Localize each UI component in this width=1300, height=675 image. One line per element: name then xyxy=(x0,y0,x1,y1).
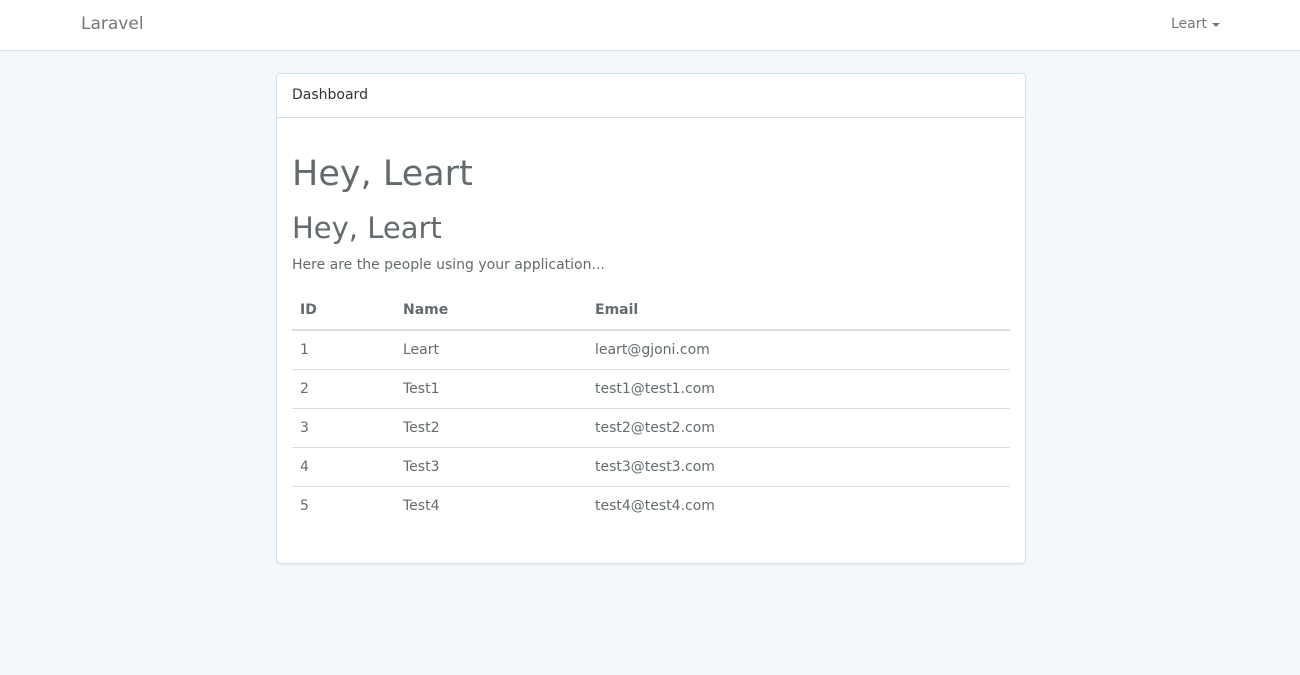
column-header-email: Email xyxy=(587,291,1010,331)
table-row: 3 Test2 test2@test2.com xyxy=(292,407,1010,447)
table-row: 4 Test3 test3@test3.com xyxy=(292,446,1010,486)
greeting-heading: Hey, Leart xyxy=(292,211,442,245)
brand-link[interactable]: Laravel xyxy=(81,14,144,34)
cell-email: test1@test1.com xyxy=(587,368,1010,408)
table-row: 1 Leart leart@gjoni.com xyxy=(292,330,1010,369)
panel-body: Hey, Leart Hey, Leart Here are the peopl… xyxy=(277,154,1025,525)
cell-email: leart@gjoni.com xyxy=(595,341,710,358)
users-intro-text: Here are the people using your applicati… xyxy=(292,257,605,273)
cell-name: Test3 xyxy=(395,446,587,486)
table-header-row: ID Name Email xyxy=(292,291,1010,331)
table-row: 5 Test4 test4@test4.com xyxy=(292,485,1010,525)
cell-email: test2@test2.com xyxy=(587,407,1010,447)
user-name: Leart xyxy=(1171,16,1207,32)
greeting-heading-large: Hey, Leart xyxy=(292,154,473,194)
cell-email: test4@test4.com xyxy=(587,485,1010,525)
cell-name: Test4 xyxy=(395,485,587,525)
cell-name: Test1 xyxy=(395,368,587,408)
panel-heading: Dashboard xyxy=(277,74,1025,118)
cell-name: Test2 xyxy=(395,407,587,447)
cell-id: 4 xyxy=(292,446,395,486)
user-dropdown-toggle[interactable]: Leart xyxy=(1171,16,1220,32)
dashboard-panel: Dashboard Hey, Leart Hey, Leart Here are… xyxy=(276,73,1026,564)
cell-id: 1 xyxy=(300,341,309,358)
column-header-id: ID xyxy=(292,291,395,331)
cell-id: 3 xyxy=(292,407,395,447)
table-row: 2 Test1 test1@test1.com xyxy=(292,368,1010,408)
top-navbar: Laravel Leart xyxy=(0,0,1300,51)
cell-name: Leart xyxy=(403,341,439,358)
cell-id: 5 xyxy=(292,485,395,525)
column-header-name: Name xyxy=(395,291,587,331)
caret-down-icon xyxy=(1212,23,1220,27)
cell-email: test3@test3.com xyxy=(587,446,1010,486)
users-table: ID Name Email 1 Leart leart@gjoni.com 2 … xyxy=(292,291,1010,525)
cell-id: 2 xyxy=(292,368,395,408)
